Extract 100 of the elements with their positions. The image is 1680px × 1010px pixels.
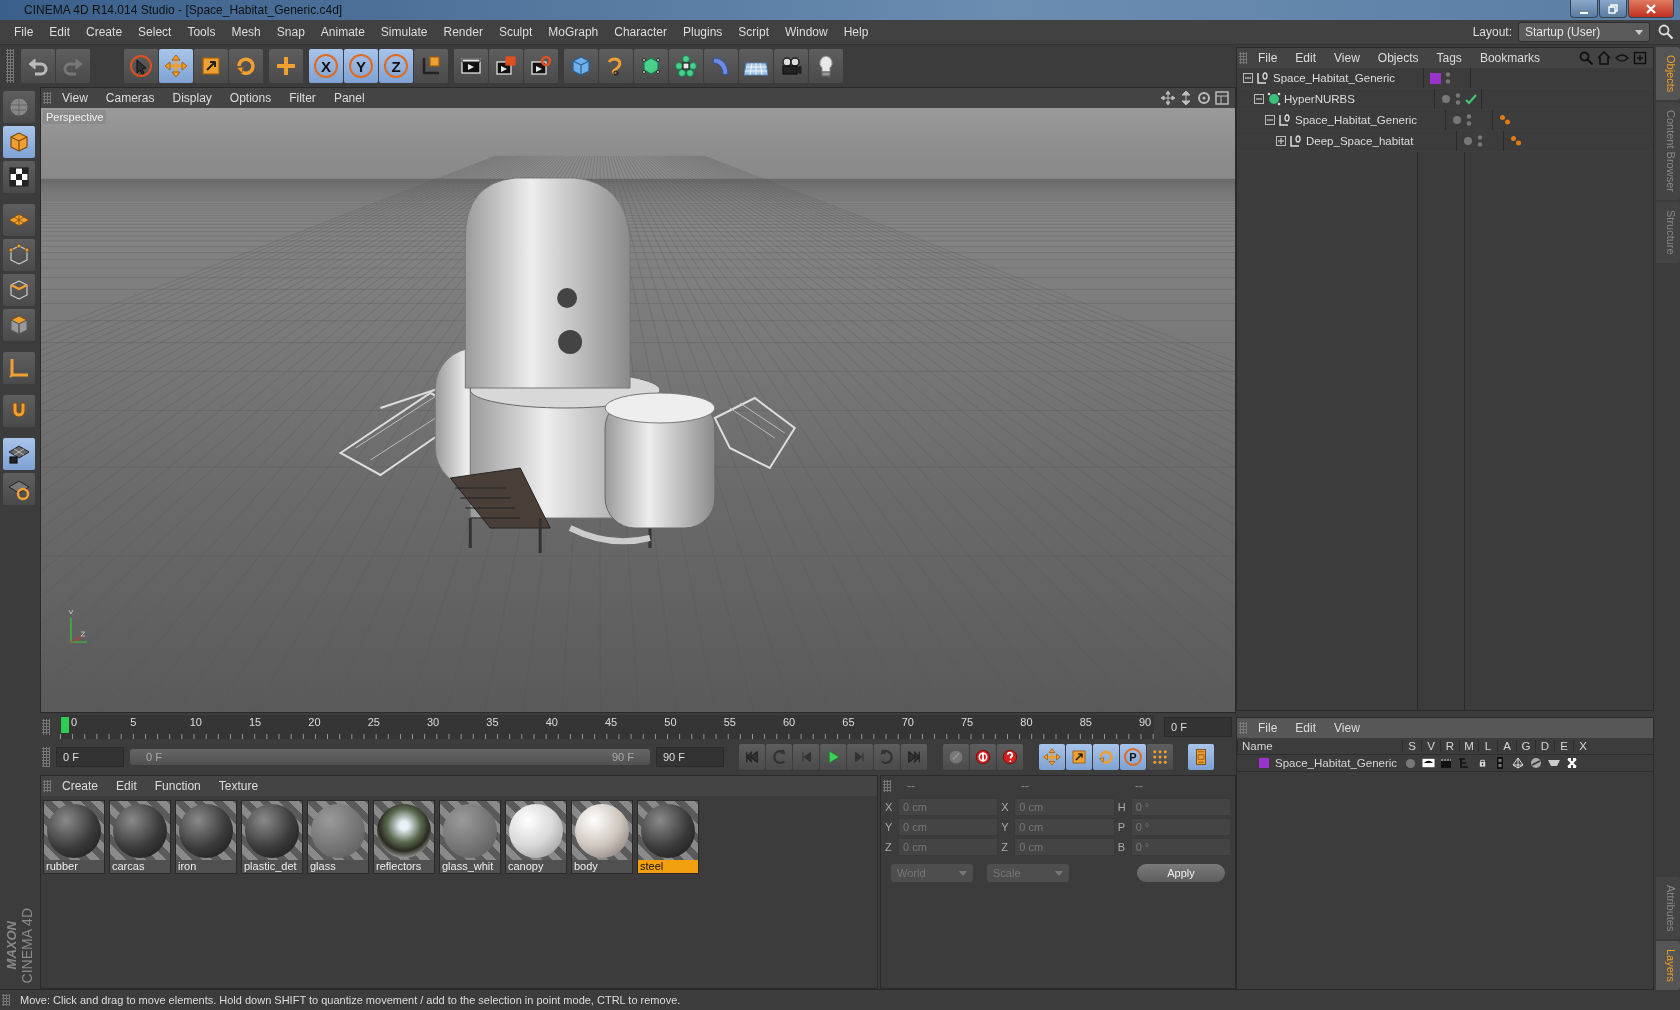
parameter-key-button[interactable]: P xyxy=(1120,744,1146,770)
mode-button[interactable] xyxy=(3,161,35,193)
layers-menu-item[interactable]: Edit xyxy=(1286,721,1326,735)
axis-lock-button[interactable]: X xyxy=(309,49,343,83)
layers-menu-item[interactable]: View xyxy=(1325,721,1369,735)
visibility-dots-icon[interactable] xyxy=(1445,71,1451,85)
material-tag-icon[interactable] xyxy=(1510,135,1522,147)
material-swatch[interactable]: body xyxy=(571,800,633,874)
restore-button[interactable] xyxy=(1599,0,1627,18)
controls-grip[interactable] xyxy=(42,747,50,767)
material-swatch[interactable]: steel xyxy=(637,800,699,874)
objects-menu-item[interactable]: Objects xyxy=(1368,51,1428,65)
layout-dropdown[interactable]: Startup (User) xyxy=(1518,22,1650,42)
column-header[interactable]: R xyxy=(1440,740,1459,752)
tool-button[interactable] xyxy=(524,49,558,83)
objects-menu-item[interactable]: File xyxy=(1249,51,1287,65)
film-icon[interactable] xyxy=(1497,757,1503,769)
render-dot-icon[interactable] xyxy=(1464,137,1472,145)
render-dot-icon[interactable] xyxy=(1442,95,1450,103)
object-name[interactable]: Space_Habitat_Generic xyxy=(1273,72,1396,84)
objects-menu-item[interactable]: Bookmarks xyxy=(1470,51,1549,65)
cup-icon[interactable] xyxy=(1548,759,1560,767)
menu-item[interactable]: Sculpt xyxy=(490,25,541,39)
end-frame-field[interactable]: 90 F xyxy=(656,747,724,767)
material-swatch[interactable]: reflectors xyxy=(373,800,435,874)
object-name[interactable]: HyperNURBS xyxy=(1284,93,1355,105)
side-tab[interactable]: Layers xyxy=(1656,940,1680,990)
lock-icon[interactable] xyxy=(1477,758,1487,768)
transport-button[interactable] xyxy=(739,744,765,770)
viewport-menu-item[interactable]: Filter xyxy=(280,91,325,105)
timeline-grip[interactable] xyxy=(42,719,50,735)
material-menu-item[interactable]: Function xyxy=(145,779,210,793)
mode-button[interactable] xyxy=(3,438,35,470)
checkmark-icon[interactable] xyxy=(1465,93,1477,105)
column-header[interactable]: E xyxy=(1554,740,1573,752)
orbit-view-icon[interactable] xyxy=(1197,91,1211,105)
transport-button[interactable] xyxy=(820,744,846,770)
viewport-menu-item[interactable]: View xyxy=(53,91,97,105)
menu-item[interactable]: Help xyxy=(835,25,877,39)
material-swatch[interactable]: iron xyxy=(175,800,237,874)
menu-item[interactable]: Script xyxy=(730,25,777,39)
viewport-menu-item[interactable]: Display xyxy=(163,91,221,105)
tool-button[interactable] xyxy=(739,49,773,83)
eye-icon[interactable] xyxy=(1421,758,1435,768)
render-dot-icon[interactable] xyxy=(1453,116,1461,124)
column-header[interactable]: S xyxy=(1402,740,1421,752)
layers-menu-item[interactable]: File xyxy=(1249,721,1287,735)
viewport-menu-item[interactable]: Cameras xyxy=(96,91,164,105)
menu-item[interactable]: Select xyxy=(130,25,180,39)
menu-item[interactable]: Create xyxy=(78,25,131,39)
material-swatch[interactable]: glass xyxy=(307,800,369,874)
object-name[interactable]: Space_Habitat_Generic xyxy=(1295,114,1418,126)
material-tag-icon[interactable] xyxy=(1499,114,1511,126)
material-swatch[interactable]: carcas xyxy=(109,800,171,874)
axis-lock-button[interactable]: Y xyxy=(344,49,378,83)
layout-toggle-icon[interactable] xyxy=(1215,91,1229,105)
tree-toggle-icon[interactable] xyxy=(1254,94,1264,104)
timeline-ruler[interactable]: 0 5 10 15 20 25 30 35 40 45 50 55 60 65 70 75 80 85 90 xyxy=(60,715,1154,739)
tool-button[interactable] xyxy=(774,49,808,83)
column-header[interactable]: Name xyxy=(1237,740,1402,752)
record-button[interactable] xyxy=(997,744,1023,770)
tree-toggle-icon[interactable] xyxy=(1276,136,1286,146)
solo-dot-icon[interactable] xyxy=(1404,757,1416,769)
minimize-button[interactable] xyxy=(1570,0,1598,18)
objects-menu-item[interactable]: Tags xyxy=(1427,51,1471,65)
search-icon[interactable] xyxy=(1658,24,1674,40)
material-menu-item[interactable]: Create xyxy=(53,779,108,793)
close-button[interactable] xyxy=(1628,0,1674,18)
column-header[interactable]: G xyxy=(1516,740,1535,752)
menu-item[interactable]: Simulate xyxy=(372,25,436,39)
transport-button[interactable] xyxy=(901,744,927,770)
tool-button[interactable] xyxy=(809,49,843,83)
visibility-dots-icon[interactable] xyxy=(1477,134,1483,148)
menu-item[interactable]: MoGraph xyxy=(540,25,607,39)
tool-button[interactable] xyxy=(454,49,488,83)
panel-grip[interactable] xyxy=(883,780,891,792)
layer-swatch[interactable] xyxy=(1430,72,1441,84)
x-expression-icon[interactable] xyxy=(1567,758,1577,768)
apply-button[interactable]: Apply xyxy=(1137,864,1225,882)
timeline-window-button[interactable] xyxy=(1188,744,1214,770)
record-button[interactable] xyxy=(970,744,996,770)
panel-grip[interactable] xyxy=(43,92,51,104)
tree-toggle-icon[interactable] xyxy=(1243,73,1253,83)
menu-item[interactable]: Mesh xyxy=(223,25,269,39)
menu-item[interactable]: Character xyxy=(606,25,675,39)
toolbar-grip[interactable] xyxy=(6,49,14,83)
material-swatch[interactable]: canopy xyxy=(505,800,567,874)
menu-item[interactable]: Tools xyxy=(179,25,224,39)
tool-button[interactable] xyxy=(194,49,228,83)
zoom-view-icon[interactable] xyxy=(1179,91,1193,105)
layer-color-swatch[interactable] xyxy=(1259,758,1269,768)
material-swatch[interactable]: rubber xyxy=(43,800,105,874)
material-swatch[interactable]: plastic_det xyxy=(241,800,303,874)
menu-item[interactable]: Render xyxy=(435,25,491,39)
deformer-sphere-icon[interactable] xyxy=(1530,757,1542,769)
objects-menu-item[interactable]: Edit xyxy=(1286,51,1326,65)
panel-grip[interactable] xyxy=(43,780,51,792)
menu-item[interactable]: Edit xyxy=(41,25,79,39)
material-menu-item[interactable]: Texture xyxy=(209,779,268,793)
clapperboard-icon[interactable] xyxy=(1440,758,1452,768)
